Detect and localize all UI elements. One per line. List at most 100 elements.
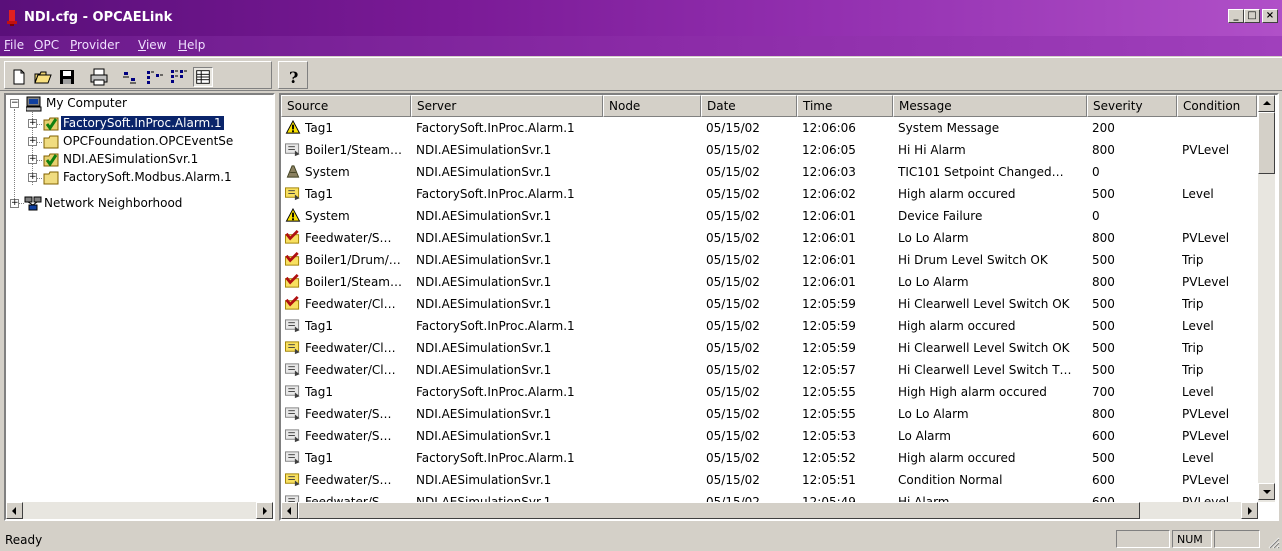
column-header-date[interactable]: Date [701, 95, 797, 117]
close-button[interactable]: × [1262, 9, 1278, 23]
table-row[interactable]: Feedwater/S… NDI.AESimulationSvr.1 05/15/0… [281, 227, 1261, 249]
menu-file[interactable]: File [4, 38, 24, 52]
cell-date: 05/15/02 [706, 165, 760, 179]
cell-date: 05/15/02 [706, 319, 760, 333]
event-yellow-icon [285, 473, 300, 487]
column-header-server[interactable]: Server [411, 95, 603, 117]
cell-source: Tag1 [305, 451, 333, 465]
cell-server: NDI.AESimulationSvr.1 [416, 165, 552, 179]
column-header-condition[interactable]: Condition [1177, 95, 1257, 117]
small-icons-icon[interactable] [145, 67, 165, 87]
column-header-source[interactable]: Source [281, 95, 411, 117]
scroll-thumb[interactable] [1258, 112, 1275, 174]
scroll-down-button[interactable] [1258, 483, 1275, 500]
table-row[interactable]: Boiler1/Steam… NDI.AESimulationSvr.1 05/15… [281, 139, 1261, 161]
table-row[interactable]: Feedwater/Cl… NDI.AESimulationSvr.1 05/15/… [281, 293, 1261, 315]
minimize-button[interactable]: _ [1228, 9, 1244, 23]
list-hscrollbar[interactable] [281, 502, 1258, 519]
tree-item-my-computer[interactable]: − My Computer [6, 95, 271, 113]
cell-server: NDI.AESimulationSvr.1 [416, 429, 552, 443]
table-row[interactable]: Feedwater/Cl… NDI.AESimulationSvr.1 05/15/… [281, 359, 1261, 381]
event-gray-icon [285, 451, 300, 465]
column-header-severity[interactable]: Severity [1087, 95, 1177, 117]
tree-expander[interactable]: + [28, 137, 37, 146]
menu-provider[interactable]: Provider [70, 38, 119, 52]
tree-item-label: Network Neighborhood [44, 196, 183, 210]
cell-condition: PVLevel [1182, 429, 1230, 443]
table-row[interactable]: Feedwater/Cl… NDI.AESimulationSvr.1 05/15/… [281, 337, 1261, 359]
table-row[interactable]: Tag1 FactorySoft.InProc.Alarm.1 05/15/02 12… [281, 447, 1261, 469]
list-view-icon[interactable] [169, 67, 189, 87]
scroll-right-button[interactable] [256, 502, 273, 519]
scroll-thumb[interactable] [298, 502, 1140, 519]
print-icon[interactable] [89, 67, 109, 87]
event-gray-icon [285, 407, 300, 421]
menu-view[interactable]: View [138, 38, 166, 52]
cell-date: 05/15/02 [706, 451, 760, 465]
details-view-icon[interactable] [193, 67, 213, 87]
save-icon[interactable] [57, 67, 77, 87]
table-row[interactable]: Feedwater/S… NDI.AESimulationSvr.1 05/15/0… [281, 425, 1261, 447]
resize-grip-icon[interactable] [1268, 537, 1280, 549]
warning-icon [285, 208, 301, 222]
menu-opc[interactable]: OPC [34, 38, 59, 52]
cell-server: FactorySoft.InProc.Alarm.1 [416, 385, 575, 399]
tree-expander[interactable]: − [10, 99, 19, 108]
tree-expander[interactable]: + [28, 173, 37, 182]
tree-item-factorysoft-inproc[interactable]: + FactorySoft.InProc.Alarm.1 [6, 115, 271, 133]
column-header-message[interactable]: Message [893, 95, 1087, 117]
table-row[interactable]: Tag1 FactorySoft.InProc.Alarm.1 05/15/02 12… [281, 381, 1261, 403]
scroll-right-button[interactable] [1241, 502, 1258, 519]
server-connected-icon [43, 153, 59, 167]
cell-date: 05/15/02 [706, 275, 760, 289]
tree-expander[interactable]: + [10, 199, 19, 208]
cell-message: Lo Lo Alarm [898, 407, 969, 421]
column-header-node[interactable]: Node [603, 95, 701, 117]
maximize-button[interactable]: □ [1244, 9, 1260, 23]
table-row[interactable]: System NDI.AESimulationSvr.1 05/15/02 12:06… [281, 205, 1261, 227]
table-row[interactable]: Boiler1/Drum/… NDI.AESimulationSvr.1 05/15… [281, 249, 1261, 271]
title-bar[interactable]: NDI.cfg - OPCAELink _ □ × [0, 0, 1282, 36]
cell-server: FactorySoft.InProc.Alarm.1 [416, 319, 575, 333]
cell-date: 05/15/02 [706, 143, 760, 157]
tree-expander[interactable]: + [28, 119, 37, 128]
cell-date: 05/15/02 [706, 429, 760, 443]
window-title: NDI.cfg - OPCAELink [24, 10, 173, 25]
cell-message: Hi Hi Alarm [898, 143, 966, 157]
help-icon[interactable]: ? [283, 67, 303, 87]
scroll-left-button[interactable] [281, 502, 298, 519]
cell-time: 12:06:03 [802, 165, 856, 179]
large-icons-icon[interactable] [121, 67, 141, 87]
tree-pane[interactable]: − My Computer + FactorySoft.InProc.Alarm… [4, 93, 275, 521]
cell-source: Feedwater/S… [305, 473, 392, 487]
table-row[interactable]: Feedwater/S… NDI.AESimulationSvr.1 05/15/0… [281, 469, 1261, 491]
table-row[interactable]: System NDI.AESimulationSvr.1 05/15/02 12:06… [281, 161, 1261, 183]
table-row[interactable]: Boiler1/Steam… NDI.AESimulationSvr.1 05/15… [281, 271, 1261, 293]
app-window: NDI.cfg - OPCAELink _ □ × File OPC Provi… [0, 0, 1282, 551]
table-row[interactable]: Tag1 FactorySoft.InProc.Alarm.1 05/15/02 12… [281, 183, 1261, 205]
tracking-icon [286, 165, 300, 178]
tree-item-factorysoft-modbus[interactable]: + FactorySoft.Modbus.Alarm.1 [6, 169, 271, 187]
cell-server: FactorySoft.InProc.Alarm.1 [416, 187, 575, 201]
cell-condition: PVLevel [1182, 231, 1230, 245]
cell-condition: Trip [1182, 363, 1204, 377]
table-row[interactable]: Tag1 FactorySoft.InProc.Alarm.1 05/15/02 12… [281, 117, 1261, 139]
tree-expander[interactable]: + [28, 155, 37, 164]
tree-item-opcfoundation[interactable]: + OPCFoundation.OPCEventSe [6, 133, 271, 151]
table-row[interactable]: Tag1 FactorySoft.InProc.Alarm.1 05/15/02 12… [281, 315, 1261, 337]
list-vscrollbar[interactable] [1258, 95, 1275, 502]
open-icon[interactable] [33, 67, 53, 87]
scroll-left-button[interactable] [6, 502, 23, 519]
table-row[interactable]: Feedwater/S… NDI.AESimulationSvr.1 05/15/0… [281, 403, 1261, 425]
tree-item-network-neighborhood[interactable]: + Network Neighborhood [6, 195, 271, 213]
scroll-up-button[interactable] [1258, 95, 1275, 112]
new-icon[interactable] [9, 67, 29, 87]
tree-item-ndi-aesimulation[interactable]: + NDI.AESimulationSvr.1 [6, 151, 271, 169]
event-list-pane[interactable]: Source Server Node Date Time Message Sev… [279, 93, 1279, 521]
toolbar-help-group: ? [278, 61, 308, 89]
column-header-time[interactable]: Time [797, 95, 893, 117]
event-gray-icon [285, 429, 300, 443]
cell-date: 05/15/02 [706, 187, 760, 201]
menu-help[interactable]: Help [178, 38, 205, 52]
tree-hscrollbar[interactable] [6, 502, 273, 519]
